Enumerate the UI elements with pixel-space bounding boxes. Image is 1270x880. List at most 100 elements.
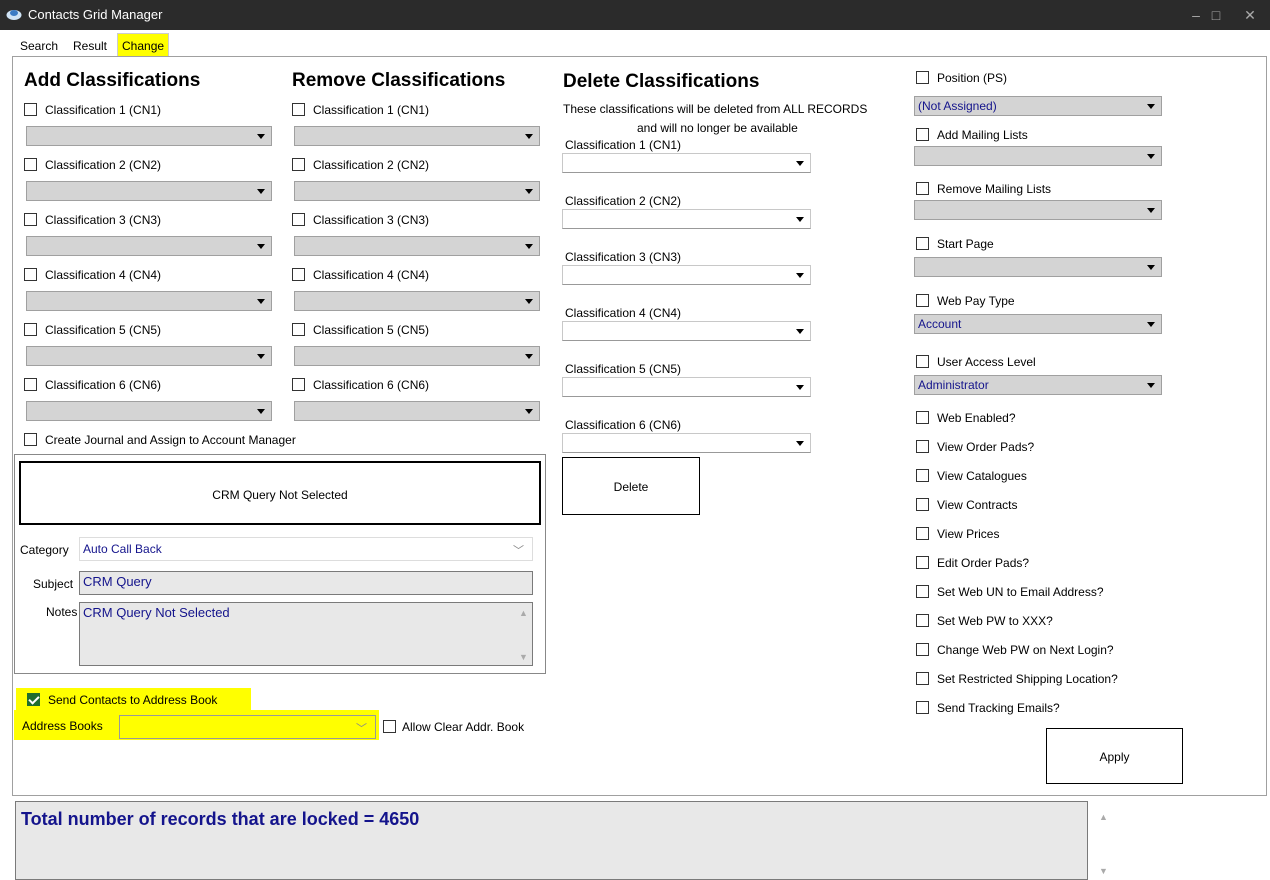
web-pay-select[interactable]: Account (914, 314, 1162, 334)
checkbox-icon[interactable] (916, 411, 929, 424)
user-access-checkbox[interactable]: User Access Level (916, 354, 1036, 370)
checkbox-icon[interactable] (292, 378, 305, 391)
checkbox-icon[interactable] (916, 643, 929, 656)
checkbox-icon[interactable] (24, 158, 37, 171)
checkbox-icon[interactable] (292, 158, 305, 171)
add-classification-select-cn5[interactable] (26, 346, 272, 366)
create-journal-checkbox[interactable]: Create Journal and Assign to Account Man… (24, 432, 296, 448)
option-checkbox-2[interactable]: View Order Pads? (916, 439, 1034, 455)
checkbox-icon[interactable] (916, 182, 929, 195)
scroll-down-icon[interactable]: ▼ (519, 652, 528, 662)
option-checkbox-10[interactable]: Set Restricted Shipping Location? (916, 671, 1118, 687)
remove-classification-select-cn6[interactable] (294, 401, 540, 421)
checkbox-icon[interactable] (916, 672, 929, 685)
tab-search[interactable]: Search (15, 33, 63, 57)
remove-classification-select-cn5[interactable] (294, 346, 540, 366)
remove-classification-select-cn4[interactable] (294, 291, 540, 311)
option-checkbox-11[interactable]: Send Tracking Emails? (916, 700, 1060, 716)
checkbox-icon[interactable] (916, 128, 929, 141)
option-checkbox-5[interactable]: View Prices (916, 526, 999, 542)
remove-classification-checkbox-cn5[interactable]: Classification 5 (CN5) (292, 322, 429, 338)
checkbox-icon[interactable] (24, 213, 37, 226)
remove-classification-select-cn1[interactable] (294, 126, 540, 146)
remove-classification-checkbox-cn4[interactable]: Classification 4 (CN4) (292, 267, 429, 283)
add-classification-checkbox-cn6[interactable]: Classification 6 (CN6) (24, 377, 161, 393)
checkbox-icon[interactable] (292, 323, 305, 336)
remove-classification-checkbox-cn3[interactable]: Classification 3 (CN3) (292, 212, 429, 228)
delete-select-cn1[interactable] (562, 153, 811, 173)
checkbox-icon[interactable] (916, 701, 929, 714)
add-classification-select-cn3[interactable] (26, 236, 272, 256)
add-classification-select-cn6[interactable] (26, 401, 272, 421)
remove-classification-checkbox-cn2[interactable]: Classification 2 (CN2) (292, 157, 429, 173)
checkbox-icon[interactable] (24, 323, 37, 336)
checkbox-icon[interactable] (24, 378, 37, 391)
scroll-up-icon[interactable]: ▲ (519, 608, 528, 618)
checkbox-icon[interactable] (916, 71, 929, 84)
start-page-checkbox[interactable]: Start Page (916, 236, 994, 252)
checkbox-icon[interactable] (916, 294, 929, 307)
category-select[interactable]: Auto Call Back ﹀ (79, 537, 533, 561)
tab-change[interactable]: Change (117, 33, 170, 57)
checkbox-icon[interactable] (383, 720, 396, 733)
crm-query-button[interactable]: CRM Query Not Selected (19, 461, 541, 525)
checkbox-icon[interactable] (916, 469, 929, 482)
option-checkbox-7[interactable]: Set Web UN to Email Address? (916, 584, 1104, 600)
delete-select-cn4[interactable] (562, 321, 811, 341)
option-checkbox-9[interactable]: Change Web PW on Next Login? (916, 642, 1114, 658)
scroll-down-icon[interactable]: ▼ (1099, 866, 1108, 876)
subject-field[interactable]: CRM Query (79, 571, 533, 595)
add-mailing-checkbox[interactable]: Add Mailing Lists (916, 127, 1028, 143)
add-classification-checkbox-cn5[interactable]: Classification 5 (CN5) (24, 322, 161, 338)
address-books-select[interactable]: ﹀ (119, 715, 376, 739)
checkbox-icon[interactable] (292, 213, 305, 226)
allow-clear-checkbox[interactable]: Allow Clear Addr. Book (383, 719, 524, 735)
add-mailing-select[interactable] (914, 146, 1162, 166)
remove-classification-select-cn3[interactable] (294, 236, 540, 256)
remove-classification-checkbox-cn1[interactable]: Classification 1 (CN1) (292, 102, 429, 118)
checkbox-icon[interactable] (24, 103, 37, 116)
web-pay-checkbox[interactable]: Web Pay Type (916, 293, 1015, 309)
close-icon[interactable]: ✕ (1235, 4, 1265, 26)
remove-classification-checkbox-cn6[interactable]: Classification 6 (CN6) (292, 377, 429, 393)
add-classification-checkbox-cn3[interactable]: Classification 3 (CN3) (24, 212, 161, 228)
scroll-up-icon[interactable]: ▲ (1099, 812, 1108, 822)
checkbox-icon[interactable] (916, 585, 929, 598)
checkbox-icon[interactable] (916, 527, 929, 540)
checkbox-checked-icon[interactable] (27, 693, 40, 706)
add-classification-select-cn1[interactable] (26, 126, 272, 146)
add-classification-checkbox-cn1[interactable]: Classification 1 (CN1) (24, 102, 161, 118)
option-checkbox-6[interactable]: Edit Order Pads? (916, 555, 1029, 571)
position-select[interactable]: (Not Assigned) (914, 96, 1162, 116)
checkbox-icon[interactable] (916, 556, 929, 569)
remove-mailing-checkbox[interactable]: Remove Mailing Lists (916, 181, 1051, 197)
checkbox-icon[interactable] (916, 355, 929, 368)
delete-select-cn3[interactable] (562, 265, 811, 285)
option-checkbox-3[interactable]: View Catalogues (916, 468, 1027, 484)
add-classification-select-cn4[interactable] (26, 291, 272, 311)
checkbox-icon[interactable] (916, 237, 929, 250)
send-contacts-checkbox[interactable]: Send Contacts to Address Book (27, 692, 217, 708)
checkbox-icon[interactable] (916, 440, 929, 453)
checkbox-icon[interactable] (916, 614, 929, 627)
user-access-select[interactable]: Administrator (914, 375, 1162, 395)
checkbox-icon[interactable] (292, 268, 305, 281)
delete-select-cn5[interactable] (562, 377, 811, 397)
add-classification-select-cn2[interactable] (26, 181, 272, 201)
option-checkbox-1[interactable]: Web Enabled? (916, 410, 1016, 426)
delete-button[interactable]: Delete (562, 457, 700, 515)
delete-select-cn6[interactable] (562, 433, 811, 453)
apply-button[interactable]: Apply (1046, 728, 1183, 784)
remove-classification-select-cn2[interactable] (294, 181, 540, 201)
tab-result[interactable]: Result (68, 33, 112, 57)
option-checkbox-8[interactable]: Set Web PW to XXX? (916, 613, 1053, 629)
checkbox-icon[interactable] (24, 433, 37, 446)
checkbox-icon[interactable] (916, 498, 929, 511)
position-checkbox[interactable]: Position (PS) (916, 70, 1007, 86)
maximize-icon[interactable]: □ (1201, 4, 1231, 26)
notes-field[interactable]: CRM Query Not Selected (79, 602, 533, 666)
delete-select-cn2[interactable] (562, 209, 811, 229)
option-checkbox-4[interactable]: View Contracts (916, 497, 1017, 513)
add-classification-checkbox-cn4[interactable]: Classification 4 (CN4) (24, 267, 161, 283)
checkbox-icon[interactable] (24, 268, 37, 281)
